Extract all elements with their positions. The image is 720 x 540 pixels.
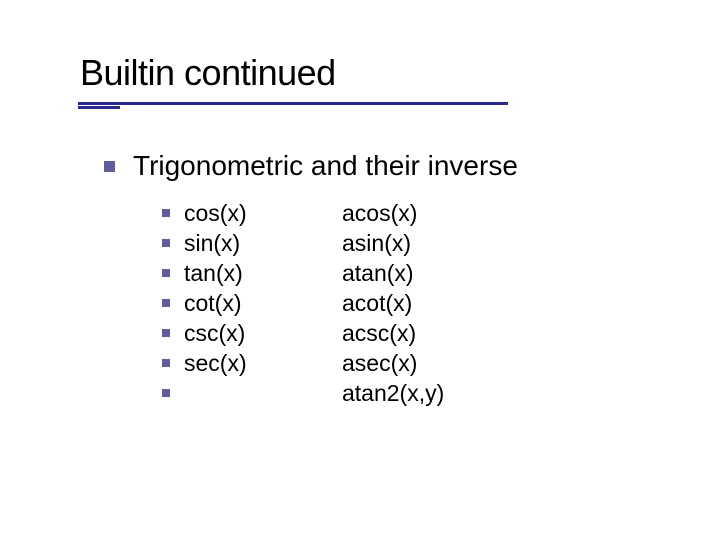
body: Trigonometric and their inverse — [104, 150, 518, 194]
list-item: sin(x) asin(x) — [162, 228, 444, 258]
slide-title: Builtin continued — [80, 52, 336, 94]
title-underline-accent — [78, 106, 120, 109]
bullet-icon — [162, 359, 170, 367]
list-item: csc(x) acsc(x) — [162, 318, 444, 348]
trig-func: csc(x) — [184, 318, 342, 348]
list-item: Trigonometric and their inverse — [104, 150, 518, 182]
slide: Builtin continued Trigonometric and thei… — [0, 0, 720, 540]
bullet-icon — [162, 389, 170, 397]
title-wrap: Builtin continued — [80, 52, 336, 94]
trig-func: sec(x) — [184, 348, 342, 378]
bullet-icon — [162, 239, 170, 247]
inverse-func: acsc(x) — [342, 318, 416, 348]
inverse-func: asin(x) — [342, 228, 411, 258]
trig-func: cos(x) — [184, 198, 342, 228]
bullet-icon — [162, 329, 170, 337]
list-item: cot(x) acot(x) — [162, 288, 444, 318]
title-underline — [78, 102, 508, 105]
inverse-func: asec(x) — [342, 348, 417, 378]
bullet-icon — [162, 209, 170, 217]
inverse-func: acos(x) — [342, 198, 417, 228]
trig-func: cot(x) — [184, 288, 342, 318]
bullet-icon — [162, 269, 170, 277]
section-heading: Trigonometric and their inverse — [133, 150, 518, 182]
list-item: sec(x) asec(x) — [162, 348, 444, 378]
function-list: cos(x) acos(x) sin(x) asin(x) tan(x) ata… — [162, 198, 444, 408]
list-item: tan(x) atan(x) — [162, 258, 444, 288]
trig-func: sin(x) — [184, 228, 342, 258]
list-item: atan2(x,y) — [162, 378, 444, 408]
trig-func: tan(x) — [184, 258, 342, 288]
inverse-func: atan2(x,y) — [342, 378, 444, 408]
bullet-icon — [162, 299, 170, 307]
inverse-func: acot(x) — [342, 288, 412, 318]
inverse-func: atan(x) — [342, 258, 414, 288]
bullet-icon — [104, 161, 115, 172]
list-item: cos(x) acos(x) — [162, 198, 444, 228]
